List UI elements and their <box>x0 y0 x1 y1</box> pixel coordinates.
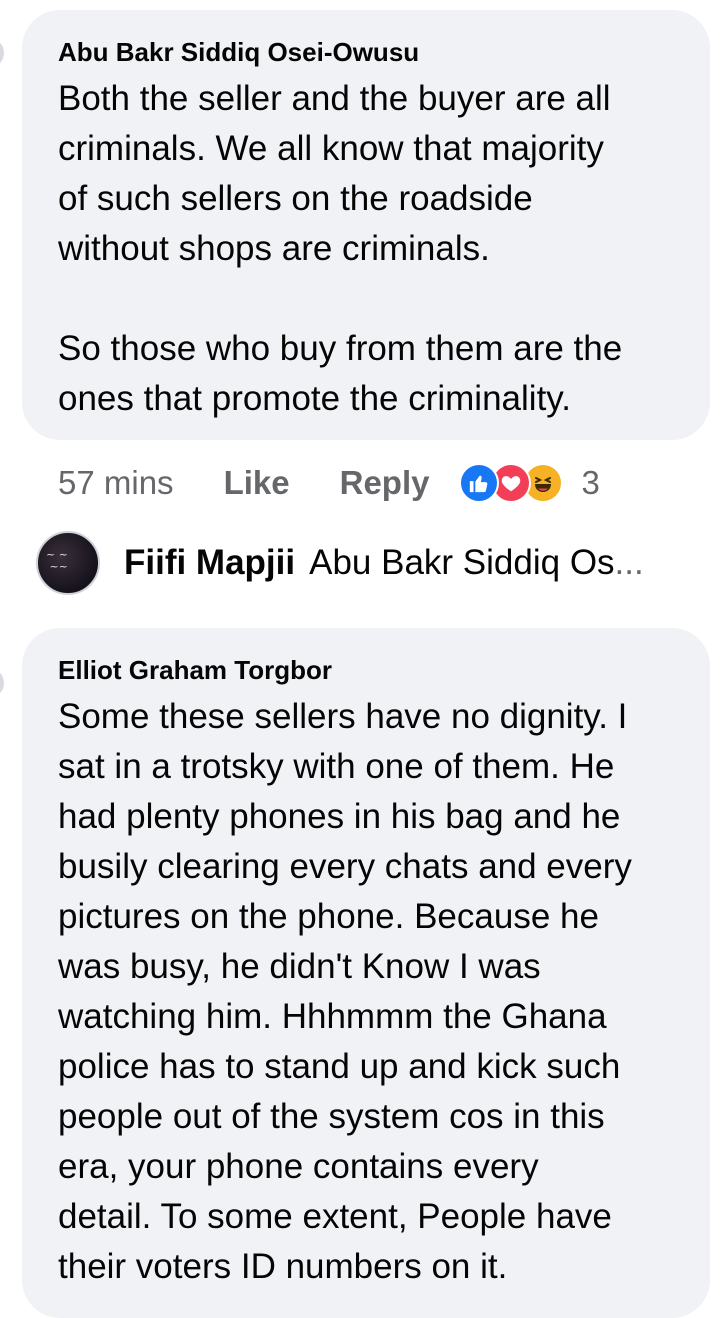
avatar-scribble-icon: ~ ~ ~~ <box>46 548 68 573</box>
comment-author[interactable]: Elliot Graham Torgbor <box>58 654 686 686</box>
reply-preview-text: Abu Bakr Siddiq Os <box>309 543 615 582</box>
reply-ellipsis: ... <box>614 543 644 582</box>
like-icon <box>459 463 500 503</box>
reply-author[interactable]: Fiifi Mapjii <box>124 543 295 583</box>
comment-author[interactable]: Abu Bakr Siddiq Osei-Owusu <box>58 36 686 68</box>
comment-bubble: Elliot Graham Torgbor Some these sellers… <box>22 628 710 1318</box>
reactions-summary[interactable] <box>459 463 564 503</box>
like-button[interactable]: Like <box>224 464 290 502</box>
commenter-avatar[interactable] <box>0 668 4 698</box>
comment-bubble: Abu Bakr Siddiq Osei-Owusu Both the sell… <box>22 10 710 440</box>
reaction-count[interactable]: 3 <box>581 464 599 502</box>
comment-paragraph: So those who buy from them are the ones … <box>58 329 623 418</box>
reply-preview-row[interactable]: ~ ~ ~~ Fiifi Mapjii Abu Bakr Siddiq Os..… <box>36 530 696 596</box>
comment-paragraph: Some these sellers have no dignity. I sa… <box>58 697 632 1286</box>
comment-paragraph: Both the seller and the buyer are all cr… <box>58 79 611 268</box>
comment-actions: 57 mins Like Reply 3 <box>58 458 600 508</box>
comment-timestamp[interactable]: 57 mins <box>58 464 174 502</box>
reply-avatar[interactable]: ~ ~ ~~ <box>36 531 100 595</box>
commenter-avatar[interactable] <box>0 38 4 68</box>
top-edge <box>0 0 720 6</box>
reply-button[interactable]: Reply <box>340 464 430 502</box>
